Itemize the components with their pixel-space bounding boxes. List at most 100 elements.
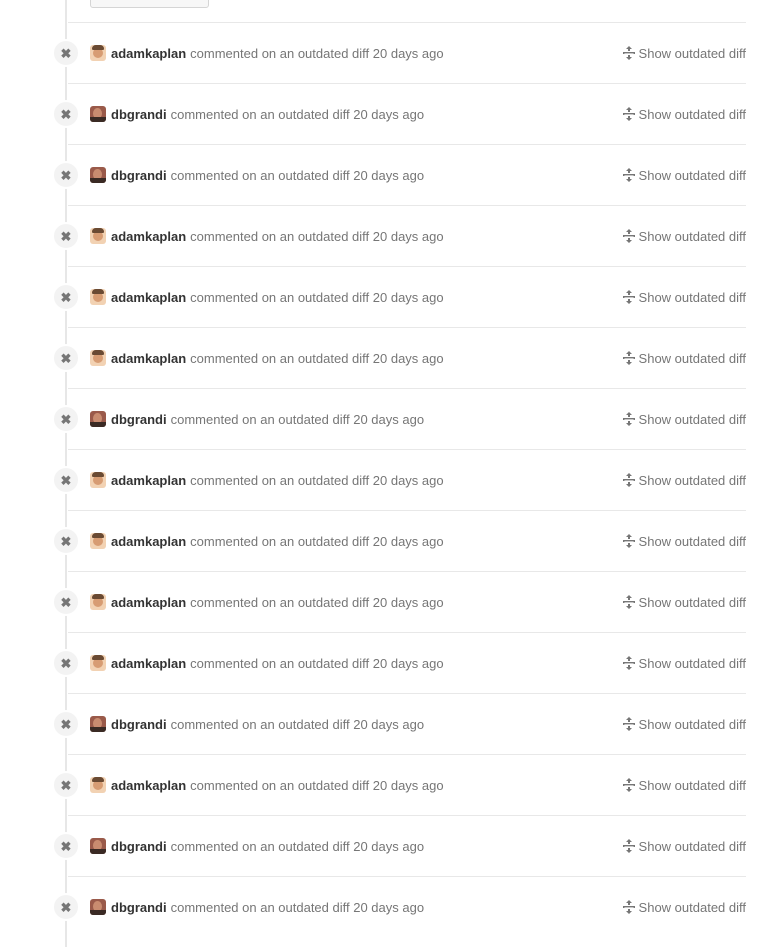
avatar[interactable] bbox=[90, 533, 106, 549]
author-link[interactable]: adamkaplan bbox=[111, 656, 186, 671]
author-link[interactable]: dbgrandi bbox=[111, 107, 167, 122]
avatar[interactable] bbox=[90, 45, 106, 61]
author-link[interactable]: adamkaplan bbox=[111, 778, 186, 793]
show-outdated-diff-button[interactable]: Show outdated diff bbox=[622, 532, 746, 550]
outdated-comment-row: ✖ adamkaplan commented on an outdated di… bbox=[52, 205, 746, 266]
avatar[interactable] bbox=[90, 472, 106, 488]
comment-summary: adamkaplan commented on an outdated diff… bbox=[90, 349, 444, 367]
unfold-icon bbox=[622, 778, 635, 792]
comment-action-text: commented on an outdated diff 20 days ag… bbox=[190, 594, 444, 610]
show-outdated-diff-label: Show outdated diff bbox=[638, 167, 746, 183]
comment-action-text: commented on an outdated diff 20 days ag… bbox=[190, 777, 444, 793]
show-outdated-diff-label: Show outdated diff bbox=[638, 655, 746, 671]
outdated-comment-row: ✖ dbgrandi commented on an outdated diff… bbox=[52, 876, 746, 937]
show-outdated-diff-button[interactable]: Show outdated diff bbox=[622, 715, 746, 733]
show-outdated-diff-button[interactable]: Show outdated diff bbox=[622, 837, 746, 855]
close-icon: ✖ bbox=[52, 344, 80, 372]
author-link[interactable]: adamkaplan bbox=[111, 534, 186, 549]
comment-action-text: commented on an outdated diff 20 days ag… bbox=[190, 533, 444, 549]
avatar[interactable] bbox=[90, 655, 106, 671]
unfold-icon bbox=[622, 595, 635, 609]
show-outdated-diff-label: Show outdated diff bbox=[638, 594, 746, 610]
unfold-icon bbox=[622, 412, 635, 426]
outdated-comment-row: ✖ dbgrandi commented on an outdated diff… bbox=[52, 815, 746, 876]
author-link[interactable]: adamkaplan bbox=[111, 229, 186, 244]
comment-action-text: commented on an outdated diff 20 days ag… bbox=[190, 655, 444, 671]
show-outdated-diff-label: Show outdated diff bbox=[638, 228, 746, 244]
comment-summary: adamkaplan commented on an outdated diff… bbox=[90, 776, 444, 794]
avatar[interactable] bbox=[90, 289, 106, 305]
comment-summary: adamkaplan commented on an outdated diff… bbox=[90, 532, 444, 550]
outdated-comment-row: ✖ dbgrandi commented on an outdated diff… bbox=[52, 83, 746, 144]
outdated-comment-row: ✖ adamkaplan commented on an outdated di… bbox=[52, 632, 746, 693]
comment-summary: adamkaplan commented on an outdated diff… bbox=[90, 654, 444, 672]
outdated-comment-row: ✖ adamkaplan commented on an outdated di… bbox=[52, 754, 746, 815]
show-outdated-diff-button[interactable]: Show outdated diff bbox=[622, 349, 746, 367]
show-outdated-diff-label: Show outdated diff bbox=[638, 533, 746, 549]
author-link[interactable]: adamkaplan bbox=[111, 351, 186, 366]
author-link[interactable]: dbgrandi bbox=[111, 168, 167, 183]
comment-action-text: commented on an outdated diff 20 days ag… bbox=[190, 350, 444, 366]
author-link[interactable]: dbgrandi bbox=[111, 717, 167, 732]
show-outdated-diff-button[interactable]: Show outdated diff bbox=[622, 410, 746, 428]
outdated-comment-row: ✖ adamkaplan commented on an outdated di… bbox=[52, 449, 746, 510]
avatar[interactable] bbox=[90, 838, 106, 854]
avatar[interactable] bbox=[90, 594, 106, 610]
author-link[interactable]: dbgrandi bbox=[111, 412, 167, 427]
comment-summary: dbgrandi commented on an outdated diff 2… bbox=[90, 715, 424, 733]
comment-action-text: commented on an outdated diff 20 days ag… bbox=[190, 472, 444, 488]
comment-action-text: commented on an outdated diff 20 days ag… bbox=[190, 289, 444, 305]
show-outdated-diff-button[interactable]: Show outdated diff bbox=[622, 288, 746, 306]
outdated-comment-row: ✖ dbgrandi commented on an outdated diff… bbox=[52, 388, 746, 449]
comment-action-text: commented on an outdated diff 20 days ag… bbox=[170, 716, 425, 732]
show-outdated-diff-label: Show outdated diff bbox=[638, 472, 746, 488]
avatar[interactable] bbox=[90, 106, 106, 122]
avatar[interactable] bbox=[90, 899, 106, 915]
show-outdated-diff-label: Show outdated diff bbox=[638, 777, 746, 793]
avatar[interactable] bbox=[90, 228, 106, 244]
avatar[interactable] bbox=[90, 350, 106, 366]
comment-action-text: commented on an outdated diff 20 days ag… bbox=[190, 228, 444, 244]
show-outdated-diff-button[interactable]: Show outdated diff bbox=[622, 166, 746, 184]
avatar[interactable] bbox=[90, 777, 106, 793]
comment-summary: adamkaplan commented on an outdated diff… bbox=[90, 44, 444, 62]
comment-summary: dbgrandi commented on an outdated diff 2… bbox=[90, 105, 424, 123]
author-link[interactable]: adamkaplan bbox=[111, 473, 186, 488]
close-icon: ✖ bbox=[52, 771, 80, 799]
author-link[interactable]: adamkaplan bbox=[111, 46, 186, 61]
show-outdated-diff-button[interactable]: Show outdated diff bbox=[622, 593, 746, 611]
show-outdated-diff-button[interactable]: Show outdated diff bbox=[622, 44, 746, 62]
avatar[interactable] bbox=[90, 716, 106, 732]
discussion-timeline: ✖ adamkaplan commented on an outdated di… bbox=[0, 0, 765, 947]
comment-summary: dbgrandi commented on an outdated diff 2… bbox=[90, 837, 424, 855]
author-link[interactable]: dbgrandi bbox=[111, 900, 167, 915]
show-outdated-diff-button[interactable]: Show outdated diff bbox=[622, 898, 746, 916]
show-outdated-diff-label: Show outdated diff bbox=[638, 106, 746, 122]
show-outdated-diff-label: Show outdated diff bbox=[638, 838, 746, 854]
close-icon: ✖ bbox=[52, 39, 80, 67]
author-link[interactable]: adamkaplan bbox=[111, 290, 186, 305]
show-outdated-diff-button[interactable]: Show outdated diff bbox=[622, 105, 746, 123]
unfold-icon bbox=[622, 717, 635, 731]
close-icon: ✖ bbox=[52, 588, 80, 616]
comment-action-text: commented on an outdated diff 20 days ag… bbox=[170, 106, 425, 122]
top-button[interactable] bbox=[90, 0, 209, 8]
comment-action-text: commented on an outdated diff 20 days ag… bbox=[170, 899, 425, 915]
outdated-comment-row: ✖ dbgrandi commented on an outdated diff… bbox=[52, 144, 746, 205]
author-link[interactable]: dbgrandi bbox=[111, 839, 167, 854]
show-outdated-diff-button[interactable]: Show outdated diff bbox=[622, 776, 746, 794]
show-outdated-diff-label: Show outdated diff bbox=[638, 350, 746, 366]
avatar[interactable] bbox=[90, 411, 106, 427]
author-link[interactable]: adamkaplan bbox=[111, 595, 186, 610]
unfold-icon bbox=[622, 107, 635, 121]
avatar[interactable] bbox=[90, 167, 106, 183]
comment-summary: adamkaplan commented on an outdated diff… bbox=[90, 593, 444, 611]
close-icon: ✖ bbox=[52, 466, 80, 494]
show-outdated-diff-button[interactable]: Show outdated diff bbox=[622, 227, 746, 245]
show-outdated-diff-label: Show outdated diff bbox=[638, 411, 746, 427]
unfold-icon bbox=[622, 656, 635, 670]
outdated-comment-row: ✖ adamkaplan commented on an outdated di… bbox=[52, 571, 746, 632]
show-outdated-diff-button[interactable]: Show outdated diff bbox=[622, 471, 746, 489]
comment-summary: dbgrandi commented on an outdated diff 2… bbox=[90, 410, 424, 428]
show-outdated-diff-button[interactable]: Show outdated diff bbox=[622, 654, 746, 672]
